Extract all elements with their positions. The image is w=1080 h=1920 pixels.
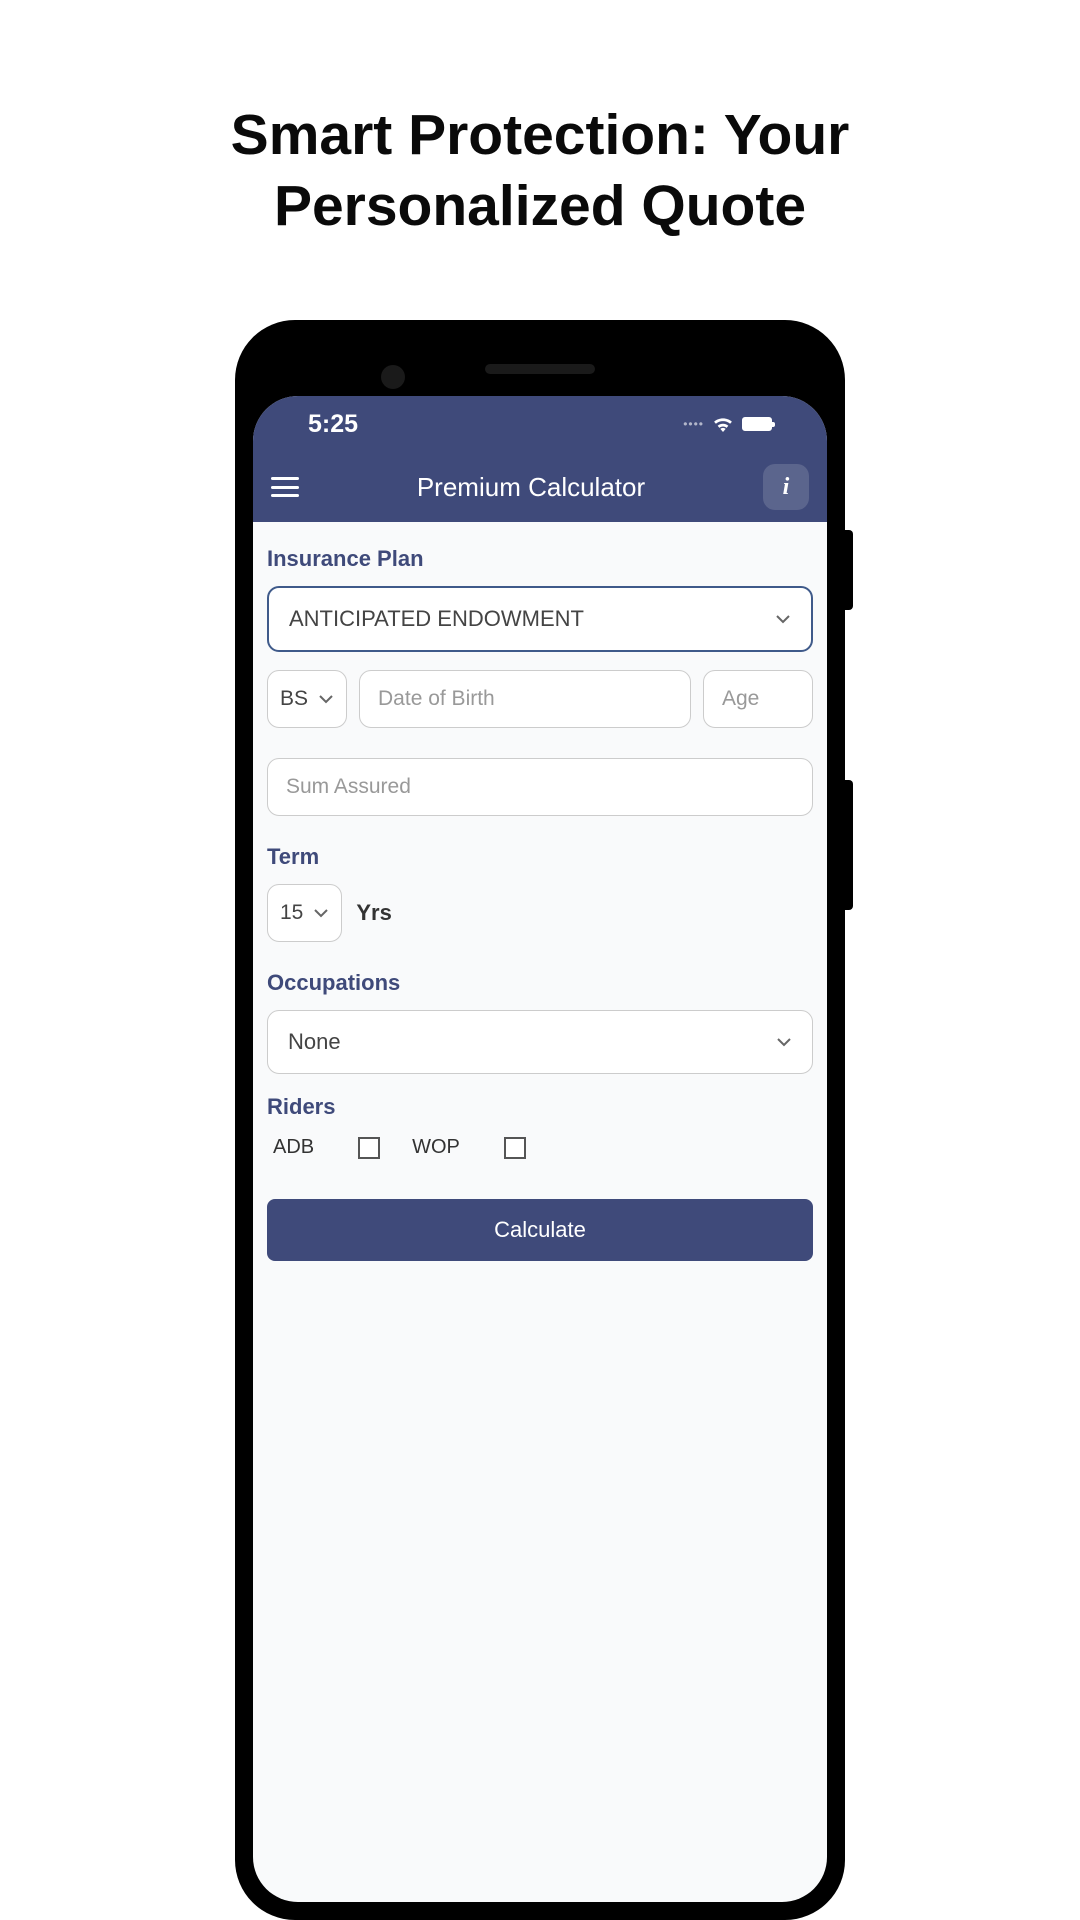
- occupations-select[interactable]: None: [267, 1010, 813, 1074]
- rider-item: ADB: [273, 1136, 380, 1159]
- calendar-type-value: BS: [280, 687, 308, 711]
- insurance-plan-value: ANTICIPATED ENDOWMENT: [289, 606, 584, 632]
- occupations-label: Occupations: [267, 970, 813, 996]
- app-content: Insurance Plan ANTICIPATED ENDOWMENT BS …: [253, 522, 827, 1285]
- term-unit: Yrs: [356, 900, 391, 926]
- phone-screen: 5:25 •••• Premium Calculator i Insurance…: [253, 396, 827, 1902]
- age-input[interactable]: Age: [703, 670, 813, 728]
- chevron-down-icon: [313, 908, 329, 918]
- term-select[interactable]: 15: [267, 884, 342, 942]
- phone-side-button: [845, 530, 853, 610]
- rider-adb-checkbox[interactable]: [358, 1137, 380, 1159]
- info-button[interactable]: i: [763, 464, 809, 510]
- phone-speaker: [485, 364, 595, 374]
- rider-wop-label: WOP: [412, 1136, 460, 1159]
- term-value: 15: [280, 901, 303, 925]
- phone-side-button: [845, 780, 853, 910]
- app-title: Premium Calculator: [299, 472, 763, 503]
- term-label: Term: [267, 844, 813, 870]
- sum-assured-input[interactable]: Sum Assured: [267, 758, 813, 816]
- status-icons: ••••: [683, 416, 772, 432]
- page-title: Smart Protection: Your Personalized Quot…: [0, 0, 1080, 243]
- rider-item: WOP: [412, 1136, 526, 1159]
- calendar-type-select[interactable]: BS: [267, 670, 347, 728]
- rider-adb-label: ADB: [273, 1136, 314, 1159]
- riders-label: Riders: [267, 1094, 813, 1120]
- chevron-down-icon: [776, 1037, 792, 1047]
- phone-frame: 5:25 •••• Premium Calculator i Insurance…: [235, 320, 845, 1920]
- insurance-plan-label: Insurance Plan: [267, 546, 813, 572]
- dob-input[interactable]: Date of Birth: [359, 670, 691, 728]
- wifi-icon: [712, 416, 734, 432]
- rider-wop-checkbox[interactable]: [504, 1137, 526, 1159]
- chevron-down-icon: [318, 694, 334, 704]
- chevron-down-icon: [775, 614, 791, 624]
- occupations-value: None: [288, 1029, 341, 1055]
- menu-icon[interactable]: [271, 477, 299, 497]
- calculate-button[interactable]: Calculate: [267, 1199, 813, 1261]
- status-bar: 5:25 ••••: [253, 396, 827, 452]
- app-bar: Premium Calculator i: [253, 452, 827, 522]
- status-time: 5:25: [308, 410, 358, 439]
- cellular-dots-icon: ••••: [683, 417, 704, 431]
- phone-camera: [381, 365, 405, 389]
- info-icon: i: [783, 474, 790, 501]
- battery-icon: [742, 417, 772, 431]
- insurance-plan-select[interactable]: ANTICIPATED ENDOWMENT: [267, 586, 813, 652]
